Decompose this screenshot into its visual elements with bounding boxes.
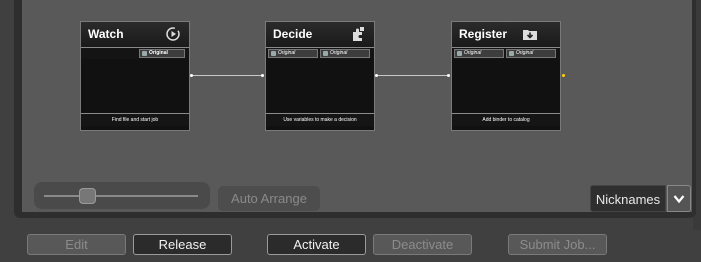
node-header: Register <box>452 22 560 48</box>
output-dot-watch[interactable] <box>190 74 193 77</box>
edit-button[interactable]: Edit <box>27 234 126 255</box>
port-original-1[interactable]: Original <box>454 49 504 58</box>
node-header: Watch <box>81 22 189 48</box>
node-title: Register <box>459 27 508 41</box>
port-original-1[interactable]: Original <box>268 49 318 58</box>
nicknames-dropdown[interactable]: Nicknames <box>590 185 666 212</box>
submit-job-button[interactable]: Submit Job... <box>508 234 607 255</box>
node-register[interactable]: Register Original Original Add binder to… <box>451 21 561 131</box>
node-description: Add binder to catalog <box>452 113 560 126</box>
play-circle-icon <box>165 26 181 42</box>
input-dot-register[interactable] <box>447 74 450 77</box>
activate-button[interactable]: Activate <box>267 234 366 255</box>
release-button[interactable]: Release <box>133 234 232 255</box>
port-original-2[interactable]: Original <box>506 49 556 58</box>
node-ports: Original Original <box>452 48 560 59</box>
node-watch[interactable]: Watch Original Find file and start job <box>80 21 190 131</box>
connector-decide-register <box>376 75 449 76</box>
auto-arrange-button[interactable]: Auto Arrange <box>218 186 320 211</box>
node-decide[interactable]: Decide Original Original Use variables t… <box>265 21 375 131</box>
input-dot-decide[interactable] <box>261 74 264 77</box>
puzzle-icon <box>350 26 366 42</box>
port-original-2[interactable]: Original <box>320 49 370 58</box>
node-title: Watch <box>88 27 124 41</box>
zoom-slider-thumb[interactable] <box>78 188 96 204</box>
output-dot-decide[interactable] <box>375 74 378 77</box>
output-dot-register[interactable] <box>562 74 565 77</box>
port-original[interactable]: Original <box>139 49 185 58</box>
node-title: Decide <box>273 27 313 41</box>
connector-watch-decide <box>191 75 263 76</box>
node-description: Use variables to make a decision <box>266 113 374 126</box>
deactivate-button[interactable]: Deactivate <box>373 234 472 255</box>
folder-download-icon <box>522 26 538 42</box>
node-description: Find file and start job <box>81 113 189 126</box>
node-ports: Original <box>81 48 189 59</box>
zoom-slider[interactable] <box>34 182 210 209</box>
node-header: Decide <box>266 22 374 48</box>
chevron-down-icon[interactable] <box>667 185 691 212</box>
zoom-slider-track <box>44 195 198 197</box>
node-ports: Original Original <box>266 48 374 59</box>
